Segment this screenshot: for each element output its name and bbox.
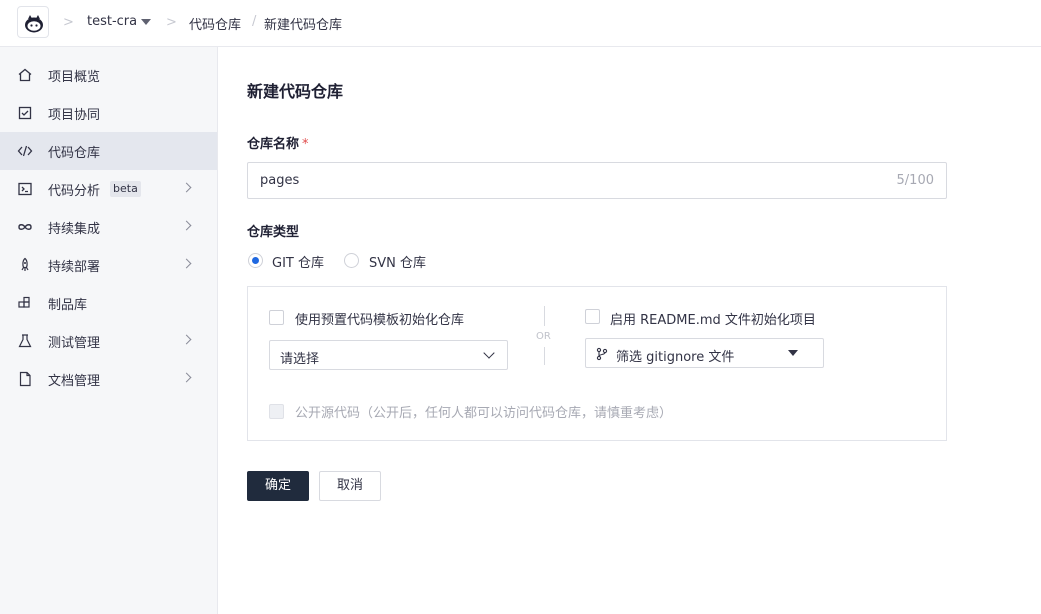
confirm-button[interactable]: 确定	[247, 471, 309, 501]
sidebar-item-label: 代码仓库	[48, 146, 101, 161]
caret-down-icon[interactable]	[141, 19, 151, 25]
mascot-logo-icon	[25, 15, 43, 33]
gitignore-select-value: 筛选 gitignore 文件	[616, 350, 735, 365]
logo[interactable]	[17, 6, 49, 38]
divider-top	[544, 306, 545, 326]
caret-down-icon	[788, 350, 798, 356]
sidebar-item-cd[interactable]: 持续部署	[0, 246, 217, 284]
sidebar-item-label: 持续集成	[48, 222, 101, 237]
sidebar-item-code-repo[interactable]: 代码仓库	[0, 132, 217, 170]
rocket-icon	[21, 257, 29, 271]
sidebar-item-code-analysis[interactable]: 代码分析 beta	[0, 170, 217, 208]
flask-icon	[18, 334, 32, 348]
char-counter: 5/100	[896, 173, 934, 188]
chevron-right-icon	[181, 372, 192, 383]
or-label: OR	[536, 331, 551, 342]
cancel-button[interactable]: 取消	[319, 471, 381, 501]
sidebar-item-label: 文档管理	[48, 374, 101, 389]
chevron-right-icon	[181, 220, 192, 231]
sidebar-item-label: 项目协同	[48, 108, 101, 123]
chevron-down-icon	[483, 347, 495, 359]
chevron-right-icon	[181, 182, 192, 193]
sidebar-item-label: 持续部署	[48, 260, 101, 275]
breadcrumb-separator: /	[252, 14, 257, 29]
breadcrumb-repos[interactable]: 代码仓库	[189, 14, 241, 33]
readme-checkbox[interactable]	[585, 309, 600, 324]
code-icon	[17, 145, 33, 157]
document-icon	[19, 371, 31, 387]
repo-name-input[interactable]: pages 5/100	[247, 162, 947, 199]
divider-bottom	[544, 347, 545, 365]
chevron-right-icon: >	[166, 15, 177, 30]
breadcrumb-current: 新建代码仓库	[264, 18, 343, 33]
template-checkbox[interactable]	[269, 310, 284, 325]
template-checkbox-label[interactable]: 使用预置代码模板初始化仓库	[295, 309, 464, 328]
chevron-right-icon	[181, 334, 192, 345]
sidebar-item-label: 代码分析	[48, 184, 101, 199]
sidebar-item-testing[interactable]: 测试管理	[0, 322, 217, 360]
public-source-checkbox[interactable]	[269, 404, 284, 419]
public-source-label: 公开源代码（公开后，任何人都可以访问代码仓库，请慎重考虑）	[295, 406, 673, 421]
radio-svn-label[interactable]: SVN 仓库	[369, 252, 426, 271]
radio-git-label[interactable]: GIT 仓库	[272, 252, 324, 271]
git-branch-icon	[596, 347, 608, 361]
top-bar: > test-cra > 代码仓库 / 新建代码仓库	[0, 0, 1041, 47]
sidebar-item-label: 项目概览	[48, 70, 101, 85]
sidebar-item-collaboration[interactable]: 项目协同	[0, 94, 217, 132]
sidebar-item-ci[interactable]: 持续集成	[0, 208, 217, 246]
gitignore-select[interactable]: 筛选 gitignore 文件	[585, 338, 824, 368]
sidebar-item-artifacts[interactable]: 制品库	[0, 284, 217, 322]
template-select[interactable]: 请选择	[269, 340, 508, 370]
sidebar-item-overview[interactable]: 项目概览	[0, 56, 217, 94]
template-select-value: 请选择	[280, 352, 320, 367]
page-title: 新建代码仓库	[247, 82, 344, 101]
radio-git[interactable]	[248, 253, 263, 268]
init-options-panel: 使用预置代码模板初始化仓库 请选择 OR 启用 README.md 文件初始化项…	[247, 286, 947, 441]
chevron-right-icon	[181, 258, 192, 269]
checkbox-icon	[18, 106, 32, 120]
readme-checkbox-label[interactable]: 启用 README.md 文件初始化项目	[610, 309, 816, 328]
repo-name-label: 仓库名称 *	[247, 137, 309, 152]
sidebar-item-label: 制品库	[48, 298, 88, 313]
project-switcher[interactable]: test-cra	[87, 14, 137, 29]
sidebar-item-docs[interactable]: 文档管理	[0, 360, 217, 398]
repo-name-value: pages	[260, 173, 300, 188]
sidebar-item-label: 测试管理	[48, 336, 101, 351]
required-mark: *	[302, 137, 309, 152]
beta-badge: beta	[110, 181, 141, 197]
package-icon	[18, 296, 30, 308]
home-icon	[18, 68, 32, 82]
sidebar: 项目概览 项目协同 代码仓库 代码分析 beta 持续集成 持续部署 制品库 测…	[0, 47, 218, 614]
radio-svn[interactable]	[344, 253, 359, 268]
repo-type-label: 仓库类型	[247, 225, 300, 240]
chevron-right-icon: >	[63, 15, 74, 30]
infinity-icon	[18, 224, 32, 230]
terminal-icon	[18, 182, 32, 196]
